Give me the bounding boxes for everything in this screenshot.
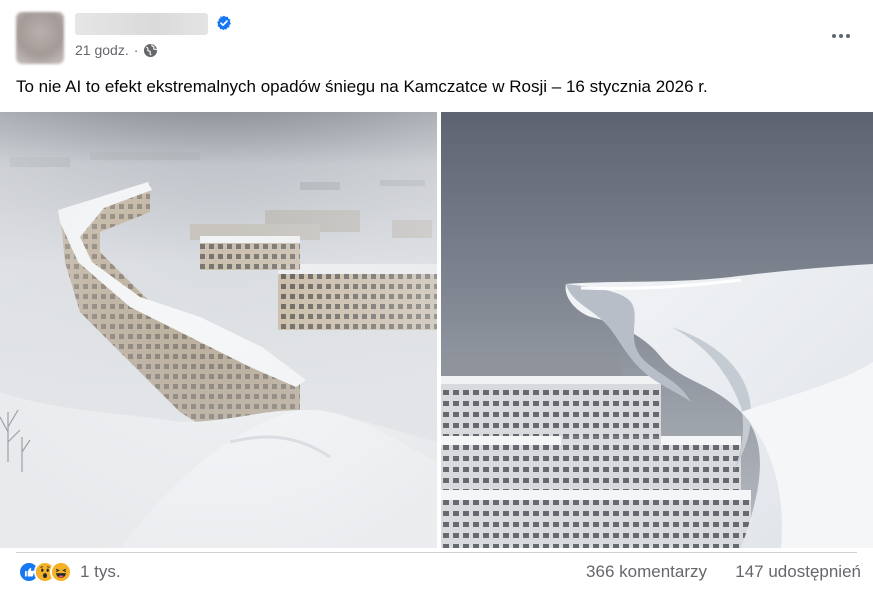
reactions-summary[interactable]: 1 tys. [18, 561, 121, 583]
verified-badge-icon [217, 15, 231, 31]
post-header: 21 godz. · [0, 0, 873, 70]
comments-count-link[interactable]: 366 komentarzy [586, 562, 707, 582]
author-avatar[interactable] [16, 12, 64, 64]
photo-snow-buildings-aerial[interactable] [0, 112, 437, 548]
photo-snow-wave-buildings[interactable] [441, 112, 873, 548]
footer-divider [16, 552, 857, 553]
globe-icon[interactable] [143, 43, 158, 58]
post-footer: 1 tys. 366 komentarzy 147 udostępnień [0, 552, 873, 591]
author-name-redacted[interactable] [75, 13, 208, 35]
post-meta: 21 godz. · [75, 41, 158, 59]
meta-separator: · [133, 42, 139, 58]
post-timestamp[interactable]: 21 godz. [75, 42, 129, 58]
reaction-count[interactable]: 1 tys. [80, 562, 121, 582]
more-options-icon[interactable] [827, 22, 855, 50]
post-text: To nie AI to efekt ekstremalnych opadów … [16, 77, 708, 96]
haha-icon [50, 561, 72, 583]
shares-count-link[interactable]: 147 udostępnień [735, 562, 861, 582]
